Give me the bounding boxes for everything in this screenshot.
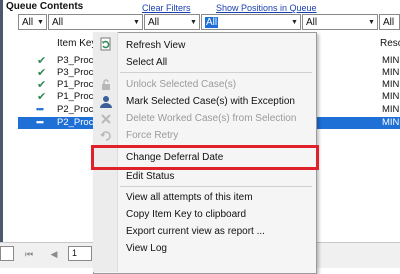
menu-item-delete-worked: Delete Worked Case(s) from Selection	[126, 113, 297, 124]
chevron-down-icon: ▼	[37, 18, 44, 26]
menu-separator	[120, 72, 312, 73]
filter-col3[interactable]: All ▼	[144, 14, 200, 30]
filter-col6[interactable]: All	[379, 14, 400, 30]
filter-col3-value: All	[148, 16, 160, 28]
row-reso: MIN	[382, 67, 400, 78]
row-reso: MIN	[382, 91, 400, 102]
retry-icon	[100, 131, 111, 141]
show-positions-link[interactable]: Show Positions in Queue	[216, 3, 317, 13]
menu-item-mark-exception[interactable]: Mark Selected Case(s) with Exception	[126, 96, 295, 107]
row-reso: MIN	[382, 55, 400, 66]
pending-dots-icon: •••	[36, 104, 44, 115]
first-page-icon[interactable]: ⏮	[22, 247, 36, 261]
menu-item-copy-item-key[interactable]: Copy Item Key to clipboard	[126, 209, 246, 220]
pending-dots-icon: •••	[36, 117, 44, 128]
unlock-icon	[102, 79, 110, 90]
chevron-down-icon: ▼	[291, 18, 298, 26]
filter-item-key[interactable]: All ▼	[48, 14, 143, 30]
chevron-down-icon: ▼	[133, 18, 140, 26]
page-number-input[interactable]: 1	[68, 246, 92, 261]
filter-col6-value: All	[383, 16, 395, 28]
filter-col5-value: All	[306, 16, 318, 28]
filter-status-value: All	[22, 16, 34, 28]
menu-item-view-log[interactable]: View Log	[126, 243, 167, 254]
chevron-down-icon: ▼	[368, 18, 375, 26]
row-reso: MIN	[382, 79, 400, 90]
highlight-box	[91, 145, 319, 170]
column-header-reso[interactable]: Reso	[380, 38, 400, 49]
menu-item-export-report[interactable]: Export current view as report ...	[126, 226, 265, 237]
menu-item-force-retry: Force Retry	[126, 130, 179, 141]
delete-icon	[101, 114, 111, 124]
filter-col4[interactable]: All ▼	[201, 14, 301, 30]
queue-contents-title: Queue Contents	[6, 1, 84, 12]
menu-item-view-all-attempts[interactable]: View all attempts of this item	[126, 192, 253, 203]
completed-check-icon: ✔	[37, 55, 47, 67]
completed-check-icon: ✔	[37, 79, 47, 91]
filter-col5[interactable]: All ▼	[302, 14, 378, 30]
menu-item-refresh-view[interactable]: Refresh View	[126, 40, 185, 51]
window-edge	[0, 0, 3, 267]
left-input-box[interactable]	[0, 246, 14, 261]
refresh-icon	[100, 37, 111, 51]
menu-item-select-all[interactable]: Select All	[126, 57, 167, 68]
user-exception-icon	[100, 96, 112, 108]
menu-separator	[120, 186, 312, 187]
column-header-item-key[interactable]: Item Key	[57, 38, 96, 49]
completed-check-icon: ✔	[37, 67, 47, 79]
clear-filters-link[interactable]: Clear Filters	[142, 3, 191, 13]
completed-check-icon: ✔	[37, 91, 47, 103]
menu-item-edit-status[interactable]: Edit Status	[126, 171, 174, 182]
previous-page-icon[interactable]: ◀	[47, 247, 61, 261]
chevron-down-icon: ▼	[190, 18, 197, 26]
filter-col4-value: All	[205, 16, 219, 28]
row-reso: MIN	[382, 117, 400, 128]
row-reso: MIN	[382, 104, 400, 115]
filter-item-key-value: All	[52, 16, 64, 28]
filter-status[interactable]: All ▼	[18, 14, 47, 30]
menu-item-unlock-selected: Unlock Selected Case(s)	[126, 79, 237, 90]
